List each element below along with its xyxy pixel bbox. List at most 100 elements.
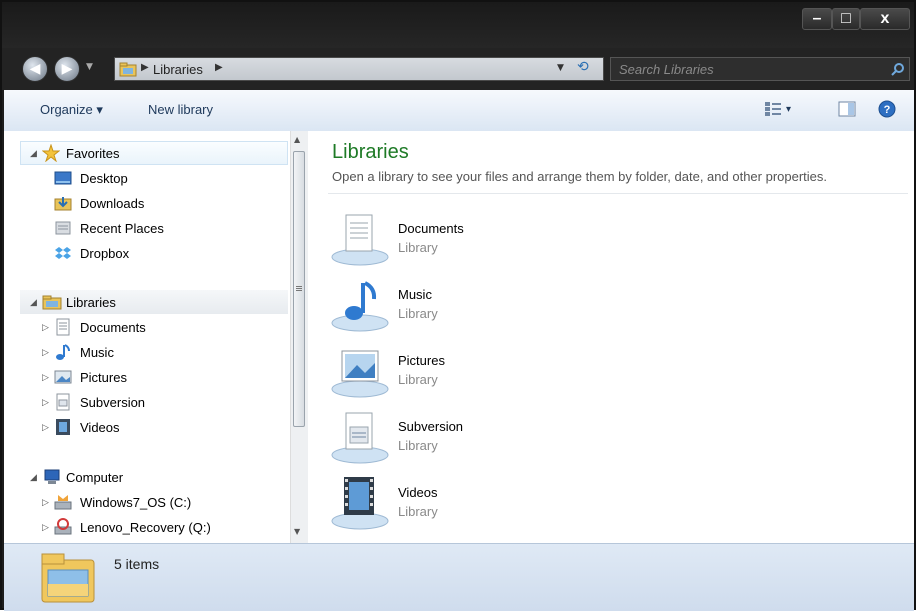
nav-item-recovery-drive[interactable]: ▷ Lenovo_Recovery (Q:) <box>42 516 211 538</box>
item-count: 5 items <box>114 556 160 572</box>
nav-item-pictures[interactable]: ▷ Pictures <box>42 366 127 388</box>
nav-item-label: Pictures <box>80 369 127 385</box>
views-icon[interactable] <box>764 101 782 117</box>
library-item-documents[interactable]: Documents Library <box>330 209 630 269</box>
details-pane: 5 items <box>4 543 914 611</box>
libraries-group[interactable]: ◢ Libraries <box>30 291 116 313</box>
library-name: Videos <box>398 485 438 500</box>
navigation-pane: ◢ Favorites Desktop Downloads Recent Pla… <box>4 131 292 543</box>
documents-library-icon <box>331 214 389 266</box>
content-subtitle: Open a library to see your files and arr… <box>332 169 828 184</box>
library-type: Library <box>398 438 438 453</box>
library-type: Library <box>398 306 438 321</box>
dropbox-icon <box>55 247 71 259</box>
computer-icon <box>44 469 60 484</box>
minimize-icon: – <box>812 10 822 27</box>
libraries-large-icon <box>41 553 95 603</box>
close-button[interactable]: x <box>860 8 910 30</box>
organize-button[interactable]: Organize ▾ <box>40 102 103 118</box>
nav-item-label: Subversion <box>80 394 146 410</box>
nav-item-desktop[interactable]: Desktop <box>54 167 128 189</box>
breadcrumb-chevron-icon[interactable]: ▶ <box>215 62 223 73</box>
expand-triangle-icon[interactable]: ▷ <box>42 522 54 533</box>
search-input[interactable]: Search Libraries <box>610 57 910 81</box>
documents-icon <box>56 318 70 336</box>
computer-group[interactable]: ◢ Computer <box>30 466 123 488</box>
explorer-window: – □ x ◀ ▶ ▼ ▶ Libraries ▶ ▼ ⟲ Search Lib… <box>0 0 916 611</box>
expand-triangle-icon[interactable]: ▷ <box>42 422 54 433</box>
nav-item-label: Lenovo_Recovery (Q:) <box>80 519 211 535</box>
nav-item-downloads[interactable]: Downloads <box>54 192 144 214</box>
maximize-button[interactable]: □ <box>832 8 860 30</box>
collapse-triangle-icon[interactable]: ◢ <box>30 297 42 308</box>
recent-pages-dropdown[interactable]: ▼ <box>86 62 93 72</box>
expand-triangle-icon[interactable]: ▷ <box>42 372 54 383</box>
subversion-icon <box>56 393 70 411</box>
computer-label: Computer <box>66 469 124 485</box>
subversion-library-icon <box>331 412 389 464</box>
nav-item-label: Music <box>80 344 114 360</box>
scroll-thumb[interactable] <box>293 151 305 427</box>
address-history-dropdown[interactable]: ▼ <box>557 63 564 73</box>
library-item-videos[interactable]: Videos Library <box>330 473 630 533</box>
favorites-group[interactable]: ◢ Favorites <box>30 142 119 164</box>
library-item-subversion[interactable]: Subversion Library <box>330 407 630 467</box>
back-arrow-icon: ◀ <box>29 61 41 77</box>
nav-item-label: Downloads <box>80 195 145 211</box>
expand-triangle-icon[interactable]: ▷ <box>42 397 54 408</box>
scroll-down-icon[interactable]: ▼ <box>294 527 300 536</box>
address-row: ◀ ▶ ▼ ▶ Libraries ▶ ▼ ⟲ Search Libraries <box>2 48 914 90</box>
expand-triangle-icon[interactable]: ▷ <box>42 322 54 333</box>
forward-arrow-icon: ▶ <box>61 61 73 77</box>
desktop-icon <box>54 171 72 185</box>
content-pane: Libraries Open a library to see your fil… <box>308 131 914 543</box>
library-item-music[interactable]: Music Library <box>330 275 630 335</box>
search-placeholder: Search Libraries <box>619 62 714 77</box>
help-icon[interactable]: ? <box>878 100 896 118</box>
nav-item-label: Videos <box>80 419 120 435</box>
refresh-icon[interactable]: ⟲ <box>577 59 589 75</box>
breadcrumb-libraries[interactable]: Libraries <box>153 62 203 77</box>
nav-pane-scrollbar[interactable]: ▲ ▼ <box>290 131 308 543</box>
collapse-triangle-icon[interactable]: ◢ <box>30 148 42 159</box>
nav-item-label: Documents <box>80 319 146 335</box>
scroll-up-icon[interactable]: ▲ <box>294 135 300 144</box>
library-item-pictures[interactable]: Pictures Library <box>330 341 630 401</box>
expand-triangle-icon[interactable]: ▷ <box>42 347 54 358</box>
drive-icon <box>54 495 72 510</box>
title-bar[interactable]: – □ x <box>2 2 914 48</box>
collapse-triangle-icon[interactable]: ◢ <box>30 472 42 483</box>
libraries-folder-icon <box>119 62 137 77</box>
library-type: Library <box>398 504 438 519</box>
minimize-button[interactable]: – <box>802 8 832 30</box>
library-name: Subversion <box>398 419 464 434</box>
music-icon <box>56 344 70 360</box>
music-library-icon <box>331 281 389 332</box>
search-icon[interactable] <box>891 62 905 76</box>
views-dropdown[interactable]: ▾ <box>786 104 791 115</box>
breadcrumb-separator-icon[interactable]: ▶ <box>141 62 149 73</box>
nav-item-label: Desktop <box>80 170 128 186</box>
libraries-icon <box>42 295 62 310</box>
nav-item-subversion[interactable]: ▷ Subversion <box>42 391 145 413</box>
svg-text:?: ? <box>884 104 891 116</box>
library-name: Documents <box>398 221 464 236</box>
address-bar[interactable]: ▶ Libraries ▶ ▼ ⟲ <box>114 57 604 81</box>
command-bar: Organize ▾ New library ▾ ? <box>4 90 914 132</box>
nav-item-drive-c[interactable]: ▷ Windows7_OS (C:) <box>42 491 191 513</box>
nav-item-dropbox[interactable]: Dropbox <box>54 242 129 264</box>
forward-button[interactable]: ▶ <box>54 56 80 82</box>
nav-item-label: Dropbox <box>80 245 130 261</box>
preview-pane-icon[interactable] <box>838 101 856 117</box>
nav-item-documents[interactable]: ▷ Documents <box>42 316 146 338</box>
nav-item-label: Recent Places <box>80 220 164 236</box>
library-name: Pictures <box>398 353 445 368</box>
back-button[interactable]: ◀ <box>22 56 48 82</box>
nav-item-music[interactable]: ▷ Music <box>42 341 114 363</box>
nav-item-recent-places[interactable]: Recent Places <box>54 217 164 239</box>
pictures-library-icon <box>331 350 389 398</box>
videos-library-icon <box>331 477 389 530</box>
new-library-button[interactable]: New library <box>148 102 213 117</box>
expand-triangle-icon[interactable]: ▷ <box>42 497 54 508</box>
nav-item-videos[interactable]: ▷ Videos <box>42 416 120 438</box>
